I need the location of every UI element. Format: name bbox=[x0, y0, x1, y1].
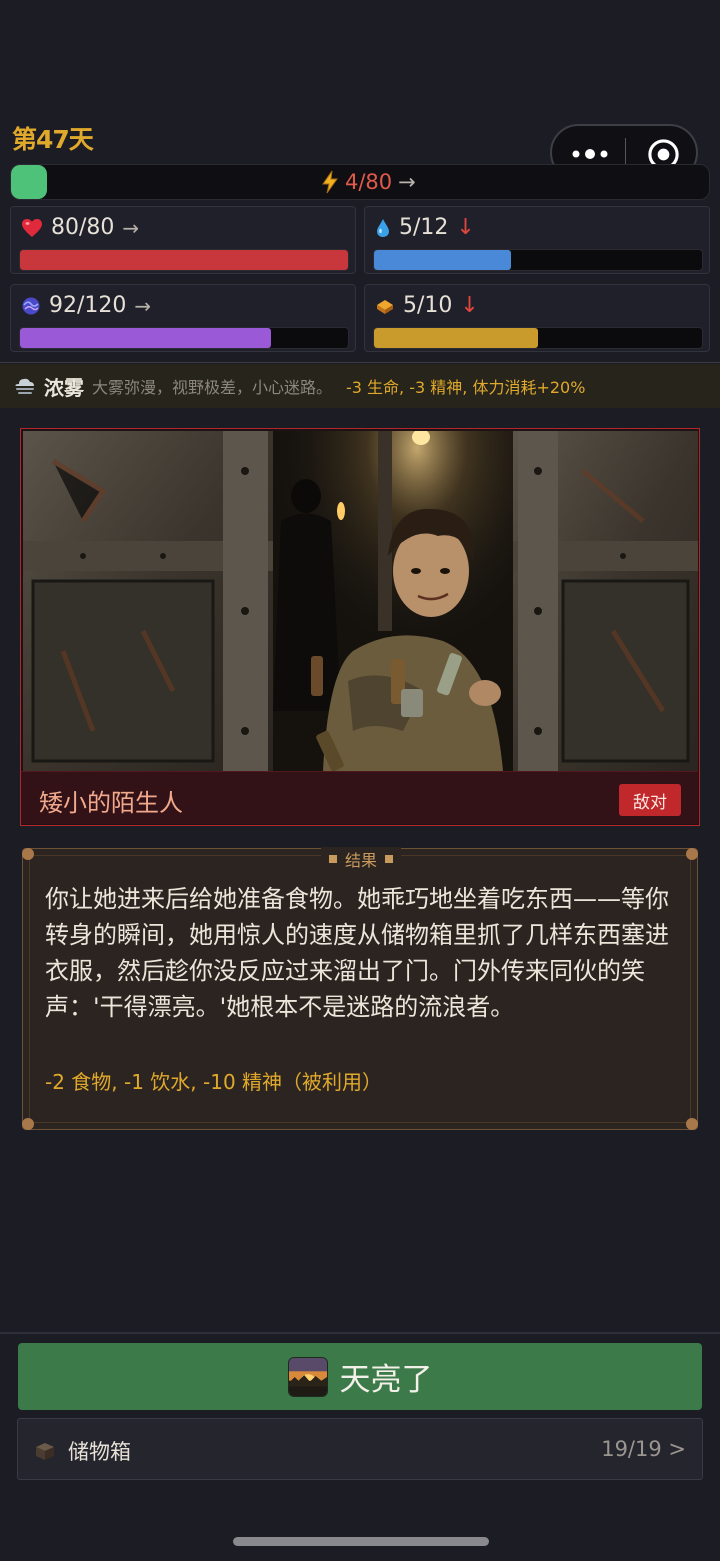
health-fill bbox=[20, 250, 348, 270]
storage-count: 19/19 > bbox=[601, 1437, 686, 1461]
mind-value: 92/120 bbox=[49, 293, 127, 318]
weather-name: 浓雾 bbox=[44, 375, 84, 400]
mind-fill bbox=[20, 328, 272, 348]
water-stat: 5/12 ↓ bbox=[364, 206, 710, 274]
health-value: 80/80 bbox=[51, 215, 115, 240]
weather-effects: -3 生命, -3 精神, 体力消耗+20% bbox=[346, 378, 586, 397]
weather-banner: 浓雾 大雾弥漫，视野极差，小心迷路。 -3 生命, -3 精神, 体力消耗+20… bbox=[0, 364, 720, 408]
result-panel: 结果 你让她进来后给她准备食物。她乖巧地坐着吃东西——等你转身的瞬间，她用惊人的… bbox=[22, 847, 698, 1130]
event-title: 矮小的陌生人 bbox=[39, 789, 183, 817]
heart-icon bbox=[22, 218, 42, 237]
home-indicator bbox=[233, 1537, 489, 1546]
storage-box-row[interactable]: 储物箱 19/19 > bbox=[17, 1418, 703, 1480]
water-fill bbox=[374, 250, 511, 270]
food-value: 5/10 bbox=[403, 293, 453, 318]
event-title-bar: 矮小的陌生人 敌对 bbox=[21, 771, 698, 824]
hostile-badge: 敌对 bbox=[619, 784, 681, 816]
storage-box-icon bbox=[36, 1443, 54, 1460]
result-effects: -2 食物, -1 饮水, -10 精神（被利用） bbox=[45, 1070, 383, 1094]
energy-bar: 4/80 → bbox=[10, 164, 710, 200]
energy-value: 4/80 bbox=[345, 170, 393, 194]
result-label: 结果 bbox=[320, 847, 401, 871]
health-stat: 80/80 → bbox=[10, 206, 356, 274]
water-drop-icon bbox=[377, 218, 389, 237]
bottom-divider bbox=[0, 1332, 720, 1334]
result-text: 你让她进来后给她准备食物。她乖巧地坐着吃东西——等你转身的瞬间，她用惊人的速度从… bbox=[45, 885, 669, 1021]
energy-trend: → bbox=[398, 170, 416, 194]
day-counter: 第47天 bbox=[12, 125, 94, 154]
food-icon bbox=[377, 299, 393, 314]
energy-fill bbox=[11, 165, 47, 199]
storage-label: 储物箱 bbox=[68, 1440, 131, 1464]
event-illustration bbox=[23, 431, 698, 771]
mind-trend: → bbox=[134, 293, 152, 318]
water-trend: ↓ bbox=[456, 215, 475, 240]
fog-icon bbox=[15, 378, 34, 394]
water-value: 5/12 bbox=[399, 215, 449, 240]
mind-stat: 92/120 → bbox=[10, 284, 356, 352]
dawn-button[interactable]: 天亮了 bbox=[18, 1343, 702, 1410]
food-stat: 5/10 ↓ bbox=[364, 284, 710, 352]
food-trend: ↓ bbox=[460, 293, 479, 318]
mind-orb-icon bbox=[22, 297, 40, 314]
lightning-icon bbox=[322, 170, 338, 194]
dawn-label: 天亮了 bbox=[339, 1362, 433, 1398]
health-trend: → bbox=[122, 215, 140, 240]
food-fill bbox=[374, 328, 538, 348]
weather-description: 大雾弥漫，视野极差，小心迷路。 bbox=[92, 378, 333, 397]
sunrise-icon bbox=[287, 1356, 328, 1397]
divider bbox=[0, 362, 720, 363]
event-card: 矮小的陌生人 敌对 bbox=[20, 428, 700, 826]
